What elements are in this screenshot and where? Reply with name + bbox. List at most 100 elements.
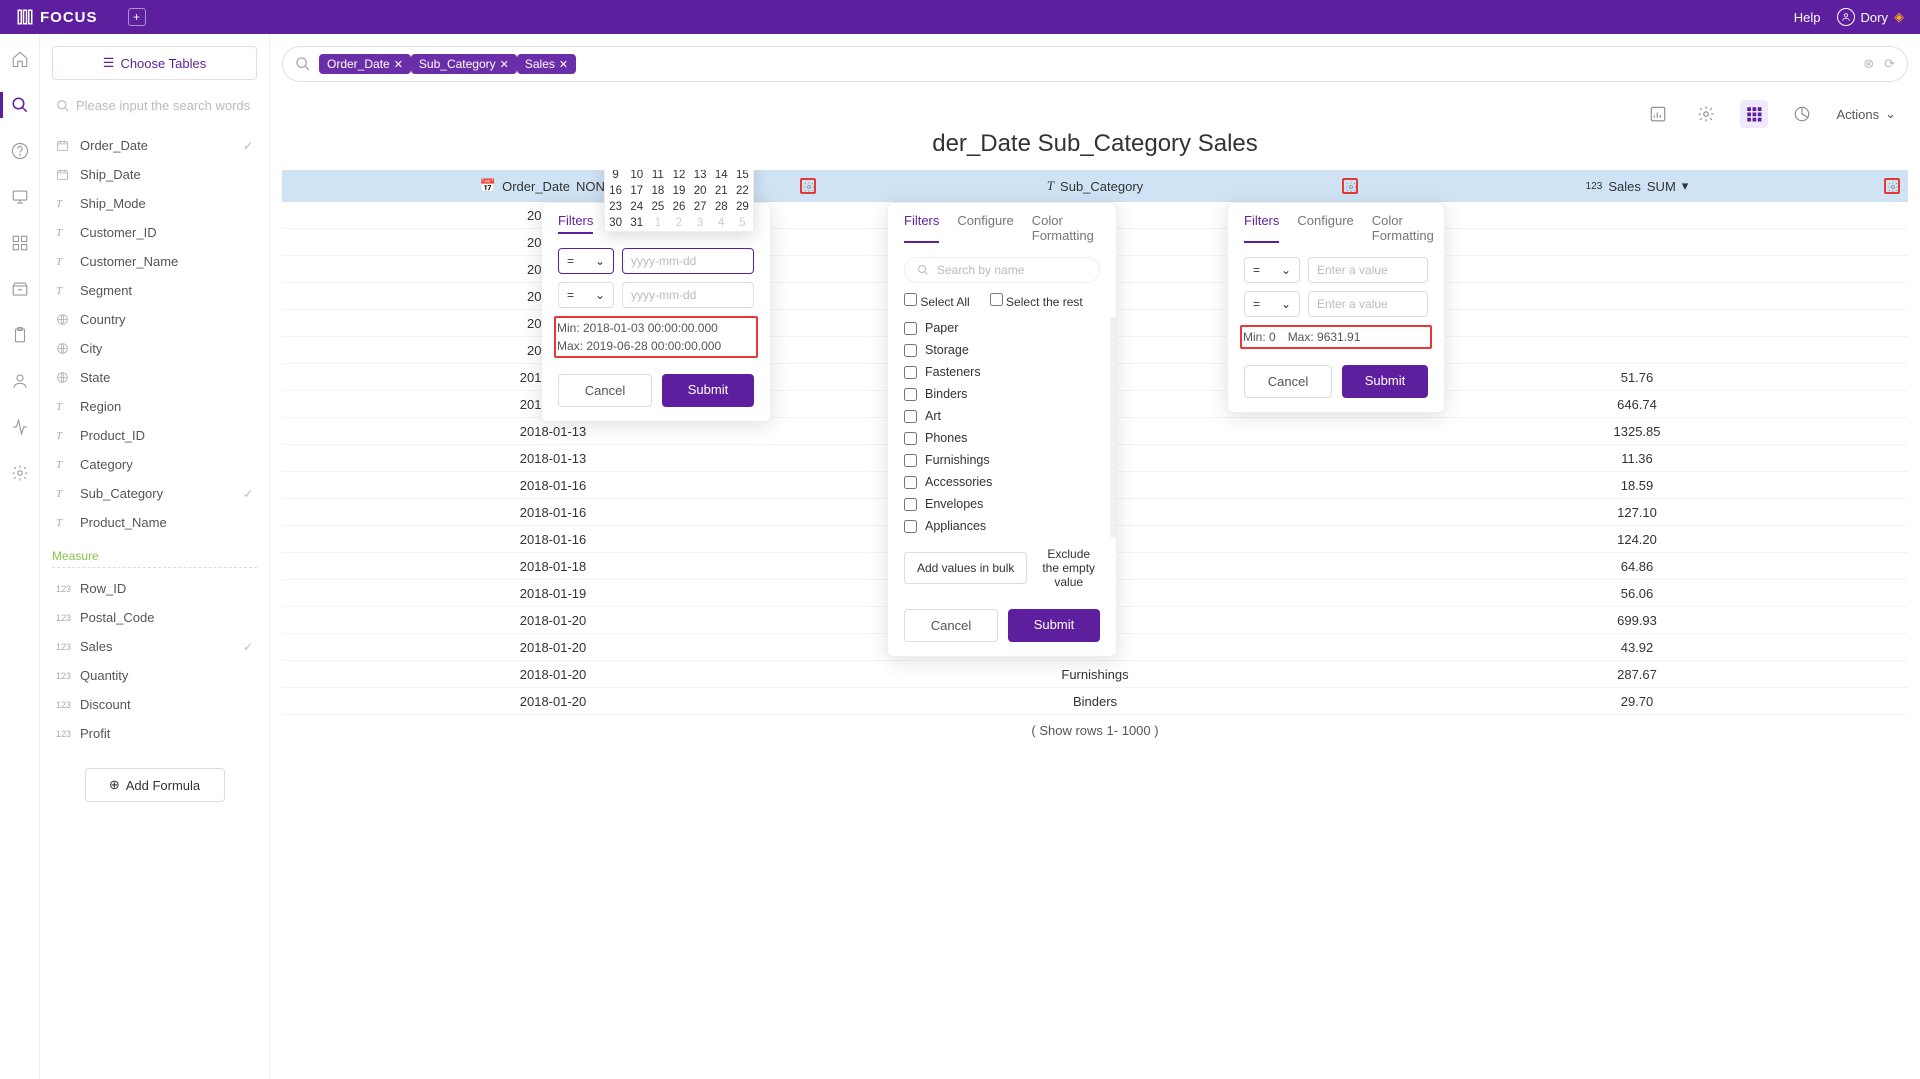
calendar-day[interactable]: 23 (605, 199, 626, 215)
field-item[interactable]: 123Sales✓ (52, 632, 257, 661)
calendar-day[interactable]: 3 (690, 215, 711, 231)
grid-nav-icon[interactable] (11, 234, 29, 252)
query-chip[interactable]: Sales ✕ (517, 54, 576, 74)
tab-filters[interactable]: Filters (558, 213, 593, 234)
search-nav-icon[interactable] (11, 96, 29, 114)
col-sub-category[interactable]: T Sub_Category (824, 178, 1366, 194)
tab-configure[interactable]: Configure (957, 213, 1013, 243)
category-checkbox[interactable] (904, 498, 917, 511)
field-item[interactable]: Ship_Date (52, 160, 257, 189)
operator-select[interactable]: =⌄ (558, 282, 614, 308)
remove-chip-icon[interactable]: ✕ (394, 58, 403, 71)
col-gear-icon[interactable] (1342, 178, 1358, 194)
cancel-button[interactable]: Cancel (904, 609, 998, 642)
field-item[interactable]: TProduct_ID (52, 421, 257, 450)
cancel-button[interactable]: Cancel (1244, 365, 1332, 398)
remove-chip-icon[interactable]: ✕ (559, 58, 568, 71)
tab-color[interactable]: Color Formatting (1372, 213, 1434, 243)
calendar-day[interactable]: 20 (690, 183, 711, 199)
category-item[interactable]: Phones (888, 427, 1110, 449)
field-item[interactable]: TCategory (52, 450, 257, 479)
category-item[interactable]: Storage (888, 339, 1110, 361)
calendar-day[interactable]: 11 (647, 170, 668, 183)
category-checkbox[interactable] (904, 388, 917, 401)
actions-menu[interactable]: Actions ⌄ (1836, 106, 1896, 122)
field-item[interactable]: State (52, 363, 257, 392)
calendar-day[interactable]: 26 (668, 199, 689, 215)
operator-select[interactable]: =⌄ (1244, 291, 1300, 317)
calendar-day[interactable]: 17 (626, 183, 647, 199)
select-rest-checkbox[interactable]: Select the rest (990, 293, 1083, 309)
calendar-day[interactable]: 21 (711, 183, 732, 199)
category-item[interactable]: Art (888, 405, 1110, 427)
query-chip[interactable]: Sub_Category ✕ (411, 54, 517, 74)
field-item[interactable]: TShip_Mode (52, 189, 257, 218)
calendar-day[interactable]: 29 (732, 199, 753, 215)
category-item[interactable]: Envelopes (888, 493, 1110, 515)
activity-icon[interactable] (11, 418, 29, 436)
calendar-day[interactable]: 31 (626, 215, 647, 231)
calendar-day[interactable]: 19 (668, 183, 689, 199)
field-item[interactable]: 123Discount (52, 690, 257, 719)
clear-icon[interactable]: ⊗ (1863, 56, 1874, 72)
date-picker[interactable]: ‹ October 2022 › SuMoTuWeThFrSa252627282… (604, 170, 754, 232)
calendar-day[interactable]: 4 (711, 215, 732, 231)
calendar-day[interactable]: 25 (647, 199, 668, 215)
tab-color[interactable]: Color Formatting (1032, 213, 1100, 243)
new-tab-button[interactable]: + (128, 8, 146, 26)
exclude-empty-label[interactable]: Exclude the empty value (1037, 547, 1100, 589)
choose-tables-button[interactable]: ☰ Choose Tables (52, 46, 257, 80)
settings-icon[interactable] (11, 464, 29, 482)
select-all-checkbox[interactable]: Select All (904, 293, 970, 309)
pie-icon[interactable] (1788, 100, 1816, 128)
value-input[interactable]: Enter a value (1308, 257, 1428, 283)
category-checkbox[interactable] (904, 476, 917, 489)
cancel-button[interactable]: Cancel (558, 374, 652, 407)
clipboard-icon[interactable] (11, 326, 29, 344)
field-item[interactable]: TSub_Category✓ (52, 479, 257, 508)
category-checkbox[interactable] (904, 432, 917, 445)
field-item[interactable]: TSegment (52, 276, 257, 305)
calendar-day[interactable]: 16 (605, 183, 626, 199)
operator-select[interactable]: =⌄ (1244, 257, 1300, 283)
category-item[interactable]: Binders (888, 383, 1110, 405)
add-formula-button[interactable]: ⊕ Add Formula (85, 768, 225, 802)
calendar-day[interactable]: 2 (668, 215, 689, 231)
calendar-day[interactable]: 15 (732, 170, 753, 183)
calendar-day[interactable]: 1 (647, 215, 668, 231)
table-row[interactable]: 2018-01-20Furnishings287.67 (282, 661, 1908, 688)
calendar-day[interactable]: 28 (711, 199, 732, 215)
monitor-icon[interactable] (11, 188, 29, 206)
query-chip[interactable]: Order_Date ✕ (319, 54, 411, 74)
date-input[interactable]: yyyy-mm-dd (622, 248, 754, 274)
category-checkbox[interactable] (904, 344, 917, 357)
field-item[interactable]: 123Postal_Code (52, 603, 257, 632)
calendar-day[interactable]: 18 (647, 183, 668, 199)
archive-icon[interactable] (11, 280, 29, 298)
category-item[interactable]: Paper (888, 317, 1110, 339)
query-bar[interactable]: Order_Date ✕Sub_Category ✕Sales ✕ ⊗ ⟳ (282, 46, 1908, 82)
category-item[interactable]: Furnishings (888, 449, 1110, 471)
field-item[interactable]: 123Row_ID (52, 574, 257, 603)
calendar-day[interactable]: 27 (690, 199, 711, 215)
category-item[interactable]: Appliances (888, 515, 1110, 537)
refresh-icon[interactable]: ⟳ (1884, 56, 1895, 72)
operator-select[interactable]: =⌄ (558, 248, 614, 274)
category-item[interactable]: Fasteners (888, 361, 1110, 383)
field-item[interactable]: TCustomer_ID (52, 218, 257, 247)
calendar-day[interactable]: 24 (626, 199, 647, 215)
person-icon[interactable] (11, 372, 29, 390)
col-gear-icon[interactable] (1884, 178, 1900, 194)
category-checkbox[interactable] (904, 454, 917, 467)
table-row[interactable]: 2018-01-20Binders29.70 (282, 688, 1908, 715)
tab-filters[interactable]: Filters (1244, 213, 1279, 243)
user-menu[interactable]: Dory ◈ (1837, 8, 1904, 26)
field-item[interactable]: TCustomer_Name (52, 247, 257, 276)
category-checkbox[interactable] (904, 366, 917, 379)
calendar-day[interactable]: 13 (690, 170, 711, 183)
submit-button[interactable]: Submit (662, 374, 754, 407)
category-checkbox[interactable] (904, 410, 917, 423)
calendar-day[interactable]: 22 (732, 183, 753, 199)
submit-button[interactable]: Submit (1342, 365, 1428, 398)
category-checkbox[interactable] (904, 520, 917, 533)
